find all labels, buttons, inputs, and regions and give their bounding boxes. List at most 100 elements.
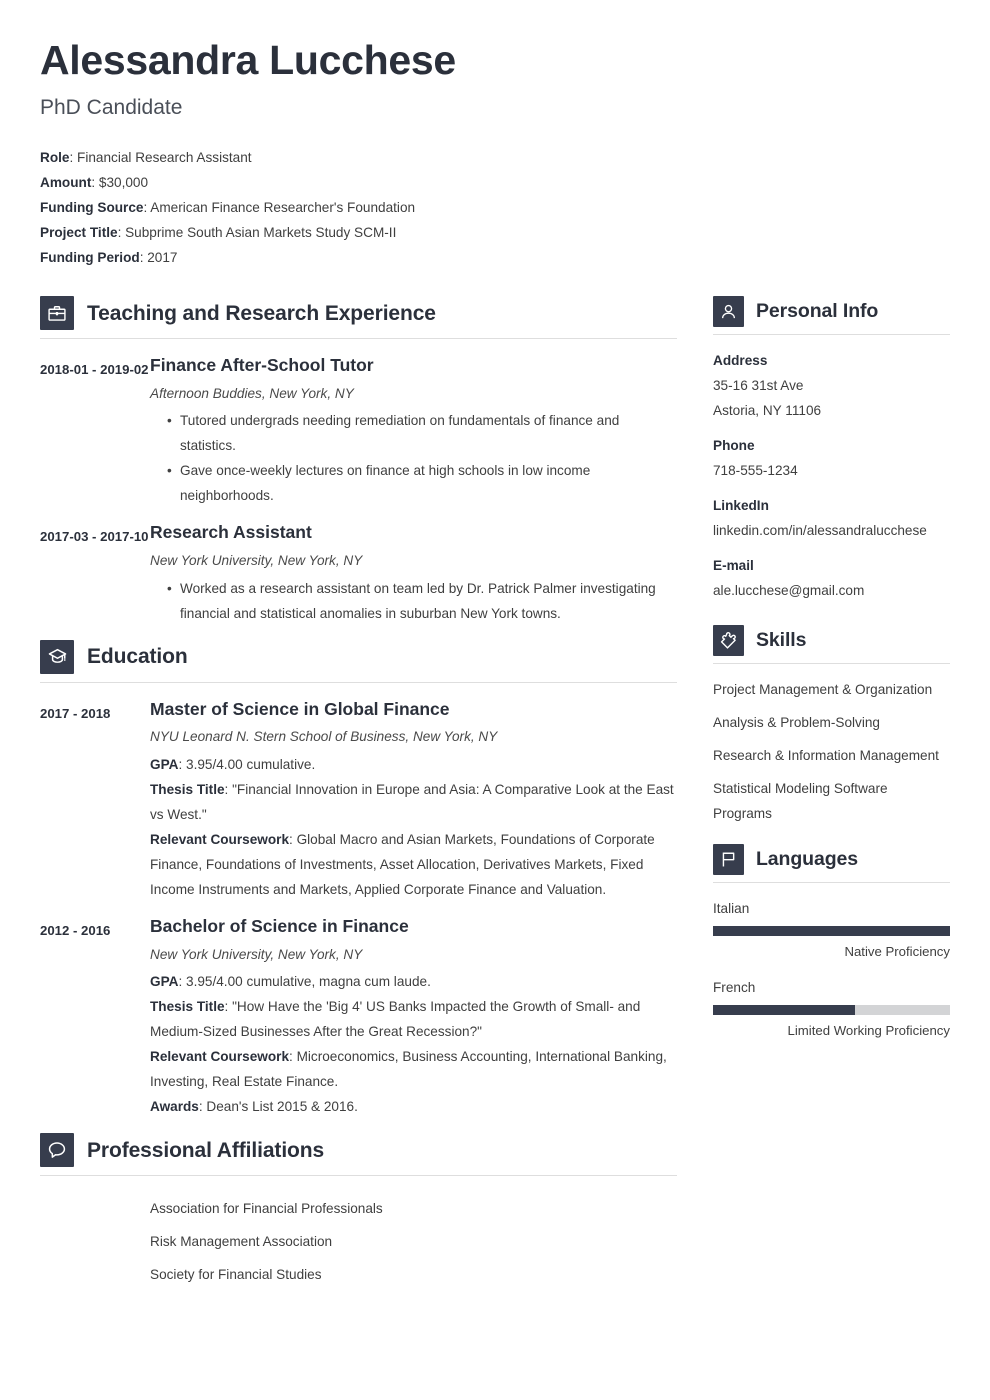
language-item: Italian Native Proficiency: [713, 896, 950, 964]
entry-dates: 2017-03 - 2017-10: [40, 529, 149, 545]
personal-info-group: LinkedIn linkedin.com/in/alessandralucche…: [713, 493, 950, 543]
entry-dates: 2017 - 2018: [40, 705, 111, 721]
entry-fact-value: : 3.95/4.00 cumulative, magna cum laude.: [178, 974, 431, 990]
puzzle-piece-icon: [713, 625, 744, 656]
section-divider: [713, 882, 950, 883]
header-detail-line: Funding Period: 2017: [40, 245, 950, 270]
section-skills-heading: Skills: [713, 625, 950, 656]
personal-info-label: LinkedIn: [713, 498, 769, 513]
resume-columns: Teaching and Research Experience 2018-01…: [40, 296, 950, 1291]
entry-bullet-list: Tutored undergrads needing remediation o…: [150, 408, 677, 508]
experience-entry-list: 2018-01 - 2019-02 Finance After-School Tu…: [40, 355, 677, 626]
skill-item: Analysis & Problem-Solving: [713, 715, 880, 730]
personal-info-group: Phone 718-555-1234: [713, 433, 950, 483]
language-proficiency-bar: [713, 1005, 950, 1015]
entry-subtitle: NYU Leonard N. Stern School of Business,…: [150, 729, 498, 745]
sidebar-column: Personal Info Address 35-16 31st Ave Astor…: [713, 296, 950, 1054]
entry-fact-label: Thesis Title: [150, 999, 225, 1015]
header-detail-value: : Subprime South Asian Markets Study SCM…: [117, 225, 397, 240]
section-experience-title: Teaching and Research Experience: [87, 301, 436, 325]
entry-bullet-list: Worked as a research assistant on team l…: [150, 576, 677, 626]
personal-info-group: E-mail ale.lucchese@gmail.com: [713, 553, 950, 603]
skill-item: Statistical Modeling Software Programs: [713, 781, 888, 821]
entry-subtitle: Afternoon Buddies, New York, NY: [150, 385, 354, 401]
language-item: French Limited Working Proficiency: [713, 975, 950, 1043]
header-detail-label: Amount: [40, 175, 92, 190]
flag-icon: [713, 844, 744, 875]
education-entry-list: 2017 - 2018 Master of Science in Global F…: [40, 699, 677, 1120]
section-affiliations-title: Professional Affiliations: [87, 1138, 325, 1162]
experience-entry: 2017-03 - 2017-10 Research Assistant New Y…: [40, 522, 677, 625]
header-detail-value: : 2017: [139, 250, 178, 265]
personal-info-list: Address 35-16 31st Ave Astoria, NY 11106 Ph…: [713, 348, 950, 603]
section-education: Education 2017 - 2018 Master of Science i…: [40, 639, 677, 1120]
entry-dates: 2012 - 2016: [40, 922, 111, 938]
entry-subtitle: New York University, New York, NY: [150, 946, 363, 962]
entry-fact-label: GPA: [150, 974, 179, 990]
personal-info-label: Address: [713, 353, 768, 368]
section-education-heading: Education: [40, 639, 677, 674]
section-affiliations-heading: Professional Affiliations: [40, 1133, 677, 1168]
header-detail-value: : $30,000: [91, 175, 149, 190]
section-divider: [713, 334, 950, 335]
entry-fact-label: GPA: [150, 756, 179, 772]
entry-title: Finance After-School Tutor: [150, 355, 374, 375]
entry-body: Bachelor of Science in Finance New York U…: [150, 916, 677, 1119]
entry-fact-label: Relevant Coursework: [150, 1049, 290, 1065]
entry-body: Finance After-School Tutor Afternoon Budd…: [150, 355, 677, 508]
entry-fact: Relevant Coursework: Global Macro and As…: [150, 827, 677, 902]
skill-item-list: Project Management & Organization Analysi…: [713, 677, 950, 826]
affiliation-item: Association for Financial Professionals: [150, 1201, 383, 1217]
skill-item: Research & Information Management: [713, 748, 939, 763]
entry-title: Master of Science in Global Finance: [150, 698, 450, 719]
section-languages: Languages Italian Native Proficiency Frenc…: [713, 844, 950, 1043]
header-detail-label: Funding Period: [40, 250, 140, 265]
language-proficiency-bar: [713, 926, 950, 936]
entry-bullet: Worked as a research assistant on team l…: [167, 576, 677, 626]
affiliation-item: Society for Financial Studies: [150, 1267, 322, 1283]
education-entry: 2017 - 2018 Master of Science in Global F…: [40, 699, 677, 902]
header-detail-line: Funding Source: American Finance Researc…: [40, 195, 950, 220]
entry-fact-label: Awards: [150, 1099, 199, 1115]
language-proficiency-fill: [713, 926, 950, 936]
header-detail-line: Amount: $30,000: [40, 170, 950, 195]
affiliation-item-list: Association for Financial Professionals R…: [40, 1192, 677, 1291]
briefcase-icon: [40, 296, 74, 330]
entry-title: Bachelor of Science in Finance: [150, 915, 409, 936]
personal-info-label: Phone: [713, 438, 755, 453]
main-column: Teaching and Research Experience 2018-01…: [40, 296, 677, 1291]
section-divider: [40, 681, 677, 683]
personal-info-value: 35-16 31st Ave: [713, 378, 804, 393]
person-icon: [713, 296, 744, 327]
section-languages-title: Languages: [756, 847, 859, 870]
entry-fact: Relevant Coursework: Microeconomics, Bus…: [150, 1044, 677, 1094]
resume-header: Alessandra Lucchese PhD Candidate Role: …: [40, 37, 950, 270]
entry-bullet: Tutored undergrads needing remediation o…: [167, 408, 677, 458]
header-detail-label: Funding Source: [40, 200, 144, 215]
language-name: Italian: [713, 901, 750, 916]
personal-info-value: ale.lucchese@gmail.com: [713, 583, 865, 598]
personal-info-value: linkedin.com/in/alessandralucchese: [713, 523, 927, 538]
speech-bubble-icon: [40, 1133, 74, 1168]
language-name: French: [713, 980, 756, 995]
language-level-label: Native Proficiency: [844, 944, 950, 959]
entry-fact-value: : 3.95/4.00 cumulative.: [178, 756, 316, 772]
skill-item: Project Management & Organization: [713, 682, 933, 697]
section-education-title: Education: [87, 645, 188, 669]
entry-fact: GPA: 3.95/4.00 cumulative, magna cum lau…: [150, 969, 677, 994]
personal-info-label: E-mail: [713, 558, 754, 573]
section-skills: Skills Project Management & Organization…: [713, 625, 950, 826]
affiliation-item: Risk Management Association: [150, 1234, 333, 1250]
entry-bullet: Gave once-weekly lectures on finance at …: [167, 458, 677, 508]
language-item-list: Italian Native Proficiency French Limited W…: [713, 896, 950, 1043]
header-details: Role: Financial Research Assistant Amount…: [40, 145, 950, 270]
candidate-job-title: PhD Candidate: [40, 95, 183, 119]
header-detail-label: Project Title: [40, 225, 118, 240]
section-personal-info-title: Personal Info: [756, 299, 879, 322]
header-detail-value: : Financial Research Assistant: [69, 150, 252, 165]
section-languages-heading: Languages: [713, 844, 950, 875]
section-divider: [40, 1175, 677, 1177]
header-detail-value: : American Finance Researcher's Foundati…: [143, 200, 416, 215]
entry-fact: Thesis Title: "How Have the 'Big 4' US B…: [150, 994, 677, 1044]
header-detail-line: Role: Financial Research Assistant: [40, 145, 950, 170]
